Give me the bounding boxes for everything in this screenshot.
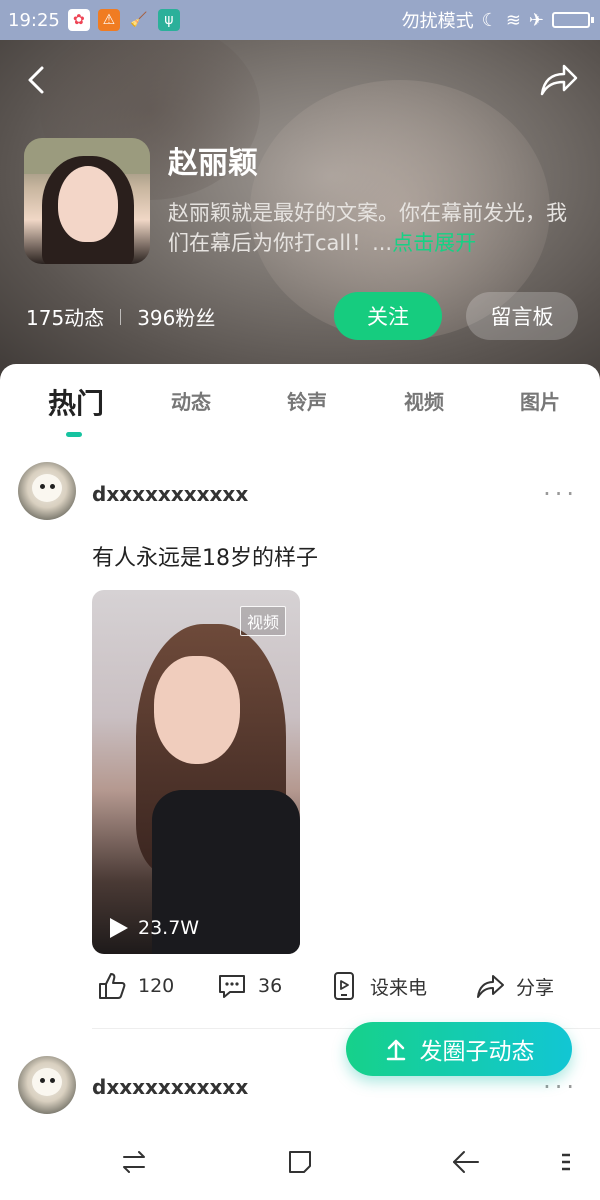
tab-ringtone[interactable]: 铃声 [287, 386, 327, 415]
avatar-eye-left [40, 1078, 45, 1083]
comment-icon [219, 975, 245, 998]
post-author-avatar[interactable] [18, 462, 76, 520]
set-ringtone-label: 设来电 [370, 976, 428, 999]
posts-count[interactable]: 175动态 [26, 302, 104, 331]
post-text: 有人永远是18岁的样子 [92, 546, 318, 571]
tab-hot[interactable]: 热门 [48, 382, 104, 422]
phone-ringtone-icon [334, 972, 354, 1000]
fans-count[interactable]: 396粉丝 [137, 302, 215, 331]
system-nav-bar [0, 1124, 600, 1200]
avatar-eye-right [50, 1078, 55, 1083]
profile-header: 赵丽颖 赵丽颖就是最好的文案。你在幕前发光，我们在幕后为你打call！...点击… [0, 40, 600, 380]
video-figure-face [154, 656, 240, 764]
description-text: 赵丽颖就是最好的文案。你在幕前发光，我们在幕后为你打call！... [168, 201, 567, 255]
battery-icon [552, 12, 594, 28]
video-badge: 视频 [239, 606, 286, 636]
back-icon[interactable] [448, 1144, 484, 1180]
post-actions: 120 36 设来电 分享 [0, 970, 600, 1018]
play-icon [110, 918, 128, 938]
dnd-label: 勿扰模式 [401, 11, 474, 32]
like-button[interactable]: 120 [96, 970, 174, 1002]
usb-icon: ψ [157, 9, 180, 31]
stats-divider [120, 308, 122, 325]
profile-avatar [24, 138, 150, 264]
expand-link[interactable]: 点击展开 [392, 231, 476, 255]
post-status-button[interactable]: 发圈子动态 [346, 1022, 572, 1076]
avatar-dog [32, 474, 62, 502]
wifi-icon: ≋ [505, 9, 521, 31]
share-arrow-icon [477, 975, 504, 998]
clean-icon: 🧹 [130, 12, 148, 28]
home-square-icon[interactable] [282, 1144, 318, 1180]
tab-images[interactable]: 图片 [520, 386, 560, 415]
avatar-face [58, 166, 118, 242]
warning-icon: ⚠ [97, 9, 120, 31]
comment-count: 36 [258, 975, 283, 997]
status-time: 19:25 [8, 9, 60, 31]
airplane-icon: ✈ [528, 9, 544, 31]
tab-feed[interactable]: 动态 [171, 386, 211, 415]
tab-indicator [66, 432, 82, 437]
share-label: 分享 [516, 976, 555, 999]
set-ringtone-button[interactable]: 设来电 [328, 970, 427, 1002]
profile-name: 赵丽颖 [168, 146, 258, 181]
moon-icon: ☾ [481, 9, 498, 31]
avatar-dog [32, 1068, 62, 1096]
tab-video[interactable]: 视频 [404, 386, 444, 415]
app-notification-icon: ✿ [67, 9, 90, 31]
play-count: 23.7W [108, 916, 199, 940]
back-arrow-icon[interactable] [20, 62, 56, 98]
follow-button[interactable]: 关注 [334, 292, 442, 340]
more-options-icon[interactable]: ··· [543, 1073, 578, 1101]
play-count-value: 23.7W [138, 917, 200, 939]
post-author-avatar[interactable] [18, 1056, 76, 1114]
post-username[interactable]: dxxxxxxxxxxx [92, 482, 248, 506]
guestbook-button[interactable]: 留言板 [466, 292, 578, 340]
menu-icon[interactable] [556, 1144, 576, 1180]
post-username[interactable]: dxxxxxxxxxxx [92, 1075, 248, 1099]
tab-bar: 热门 动态 铃声 视频 图片 [0, 364, 600, 440]
profile-stats: 175动态 396粉丝 [26, 302, 215, 331]
profile-description[interactable]: 赵丽颖就是最好的文案。你在幕前发光，我们在幕后为你打call！...点击展开 [168, 198, 578, 258]
more-options-icon[interactable]: ··· [543, 480, 578, 508]
switch-app-icon[interactable] [116, 1144, 152, 1180]
status-bar: 19:25 ✿ ⚠ 🧹 ψ 勿扰模式 ☾ ≋ ✈ [0, 0, 600, 40]
like-count: 120 [138, 975, 175, 997]
share-icon[interactable] [538, 62, 578, 98]
share-button[interactable]: 分享 [474, 970, 554, 1002]
comment-button[interactable]: 36 [216, 970, 282, 1002]
avatar-eye-right [50, 484, 55, 489]
avatar-eye-left [40, 484, 45, 489]
thumbs-up-icon [99, 973, 126, 999]
upload-icon [386, 1039, 405, 1061]
post-status-label: 发圈子动态 [419, 1039, 535, 1065]
video-thumbnail[interactable]: 视频 23.7W [92, 590, 300, 954]
